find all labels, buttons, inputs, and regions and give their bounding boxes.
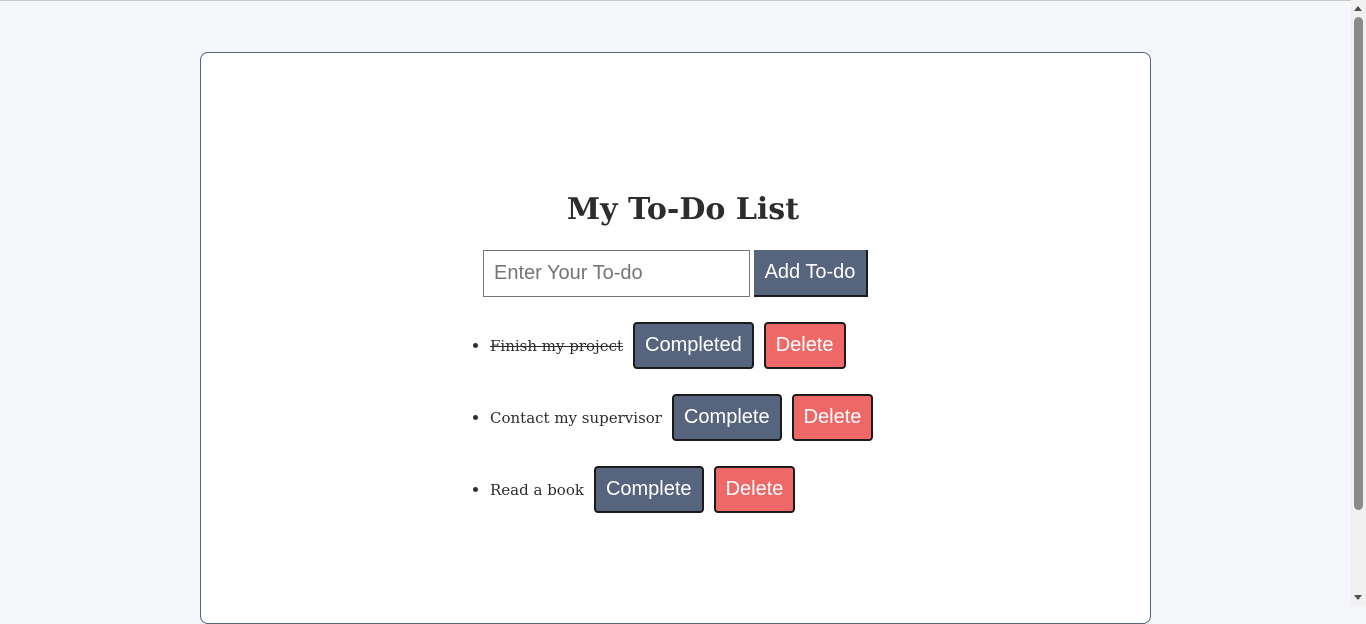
complete-button[interactable]: Complete <box>593 466 704 513</box>
todo-input[interactable] <box>483 250 750 297</box>
vertical-scrollbar[interactable] <box>1351 0 1366 606</box>
page-title: My To-Do List <box>566 192 800 227</box>
scroll-up-arrow-icon[interactable] <box>1354 6 1362 11</box>
scroll-thumb[interactable] <box>1354 17 1363 510</box>
list-bullet <box>473 343 478 348</box>
complete-button[interactable]: Complete <box>671 394 782 441</box>
scroll-down-arrow-icon[interactable] <box>1354 595 1362 600</box>
todo-item: Read a book Complete Delete <box>473 466 805 513</box>
complete-button[interactable]: Completed <box>633 322 754 369</box>
delete-button[interactable]: Delete <box>791 394 874 441</box>
todo-item: Finish my project Completed Delete <box>473 322 856 369</box>
list-bullet <box>473 415 478 420</box>
add-todo-button[interactable]: Add To-do <box>754 250 868 297</box>
list-bullet <box>473 487 478 492</box>
todo-item: Contact my supervisor Complete Delete <box>473 394 883 441</box>
browser-top-border <box>0 0 1366 1</box>
todo-text: Read a book <box>490 480 584 499</box>
delete-button[interactable]: Delete <box>763 322 846 369</box>
todo-text: Finish my project <box>490 336 624 355</box>
todo-text: Contact my supervisor <box>490 408 662 427</box>
delete-button[interactable]: Delete <box>713 466 796 513</box>
